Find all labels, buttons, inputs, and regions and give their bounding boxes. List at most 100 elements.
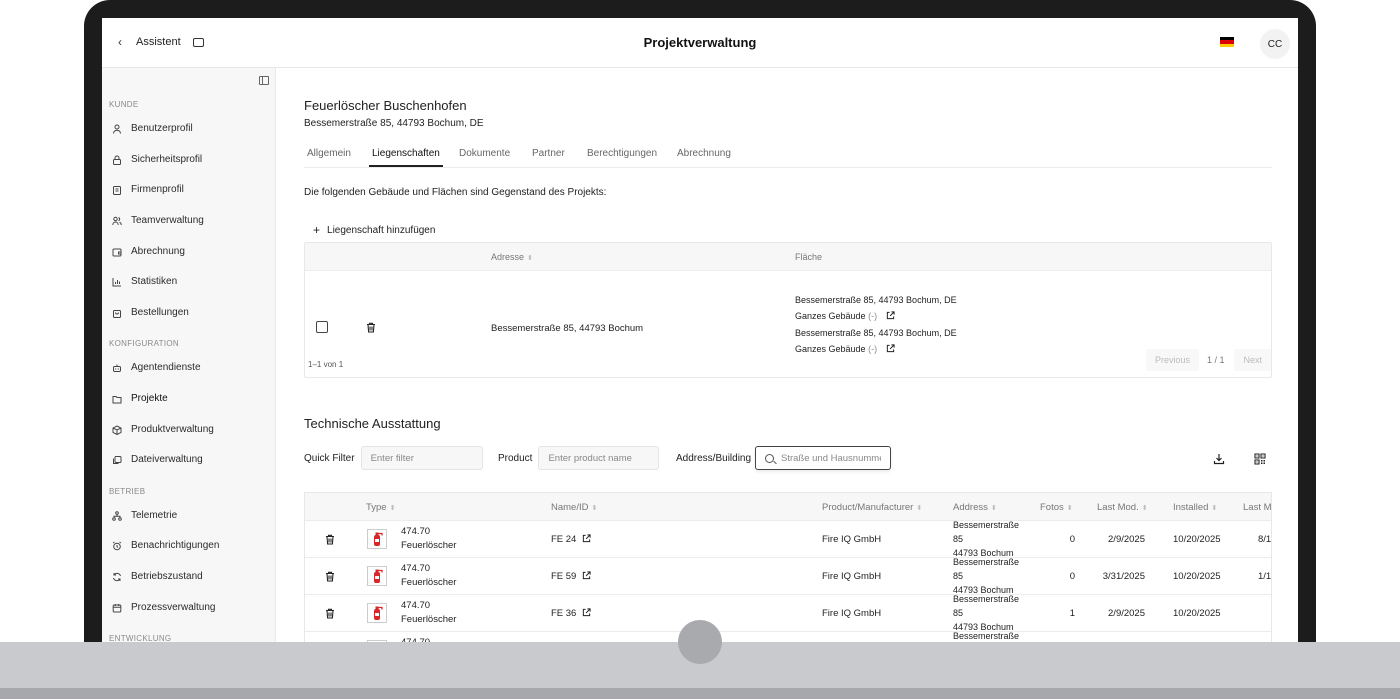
address-search-input[interactable]: Straße und Hausnummer <box>755 446 892 470</box>
sidebar-item-bestellungen[interactable]: Bestellungen <box>112 307 189 318</box>
quick-filter-input[interactable]: Enter filter <box>360 446 483 470</box>
external-link-icon[interactable] <box>582 571 591 580</box>
fire-extinguisher-icon <box>367 566 387 586</box>
last-maintenance: 1/1 <box>1258 571 1272 582</box>
previous-page-button[interactable]: Previous <box>1145 349 1199 371</box>
equipment-name: FE 36 <box>551 608 591 619</box>
quick-filter-label: Quick Filter <box>304 452 355 464</box>
avatar[interactable]: CC <box>1260 29 1290 59</box>
network-icon <box>112 510 122 521</box>
sidebar-item-prozessverwaltung[interactable]: Prozessverwaltung <box>112 602 215 613</box>
next-page-button[interactable]: Next <box>1234 349 1271 371</box>
sidebar-item-label: Benutzerprofil <box>131 123 193 134</box>
type-code: 474.70 <box>401 563 431 574</box>
row-checkbox[interactable] <box>316 321 328 333</box>
building-icon <box>112 185 122 195</box>
equipment-address: Bessemerstraße8544793 Bochum <box>953 629 1019 642</box>
address-number: 85 <box>953 534 964 544</box>
column-header-adresse[interactable]: Adresse ⬍ <box>491 252 533 262</box>
external-link-icon[interactable] <box>582 608 591 617</box>
sidebar-toggle-icon[interactable] <box>259 76 269 85</box>
table-header: Adresse ⬍ Fläche <box>305 243 1271 271</box>
fotos-count: 1 <box>1069 608 1075 619</box>
sidebar-item-teamverwaltung[interactable]: Teamverwaltung <box>112 215 204 226</box>
sidebar-item-dateiverwaltung[interactable]: Dateiverwaltung <box>112 454 203 465</box>
address-street: Bessemerstraße <box>953 520 1020 530</box>
project-tabs: Allgemein Liegenschaften Dokumente Partn… <box>304 148 1272 168</box>
add-property-button[interactable]: + Liegenschaft hinzufügen <box>313 223 435 237</box>
external-link-icon[interactable] <box>886 311 895 320</box>
column-header-fotos[interactable]: Fotos ⬍ <box>1040 502 1073 513</box>
german-flag-icon[interactable] <box>1220 37 1234 47</box>
column-header-flaeche: Fläche <box>795 252 823 262</box>
calendar-icon <box>112 603 122 613</box>
tab-abrechnung[interactable]: Abrechnung <box>677 148 731 165</box>
column-header-address[interactable]: Address ⬍ <box>953 502 997 513</box>
sidebar-item-sicherheitsprofil[interactable]: Sicherheitsprofil <box>112 154 202 165</box>
flag-stripe-gold <box>1220 43 1234 47</box>
delete-icon[interactable] <box>325 534 335 545</box>
sidebar-item-projekte[interactable]: Projekte <box>112 393 168 404</box>
type-code: 474.70 <box>401 600 431 611</box>
equipment-address: Bessemerstraße8544793 Bochum <box>953 592 1019 634</box>
delete-icon[interactable] <box>366 322 376 333</box>
users-icon <box>112 216 122 226</box>
address-filter-label: Address/Building <box>676 452 752 464</box>
external-link-icon[interactable] <box>582 534 591 543</box>
last-maintenance: 8/1 <box>1258 534 1272 545</box>
project-title: Feuerlöscher Buschenhofen <box>304 98 467 113</box>
tab-partner[interactable]: Partner <box>532 148 565 165</box>
installed-date: 10/20/2025 <box>1173 571 1221 582</box>
sidebar-item-benachrichtigungen[interactable]: Benachrichtigungen <box>112 540 219 551</box>
alarm-icon <box>112 541 122 551</box>
sidebar-item-statistiken[interactable]: Statistiken <box>112 276 177 287</box>
delete-icon[interactable] <box>325 571 335 582</box>
tab-dokumente[interactable]: Dokumente <box>459 148 510 165</box>
sidebar-item-firmenprofil[interactable]: Firmenprofil <box>112 184 184 195</box>
tab-allgemein[interactable]: Allgemein <box>307 148 351 165</box>
table-row[interactable]: 474.70FeuerlöscherFE 16Fire IQ GmbHBesse… <box>305 629 1271 642</box>
address-search-placeholder: Straße und Hausnummer <box>780 452 882 464</box>
type-code: 474.70 <box>401 526 431 537</box>
sidebar-section-label: KUNDE <box>109 100 139 109</box>
sidebar-item-abrechnung[interactable]: Abrechnung <box>112 246 185 257</box>
table-row[interactable]: 474.70 Feuerlöscher FE 59 Fire IQ GmbH Besse… <box>305 555 1272 597</box>
sidebar-item-label: Prozessverwaltung <box>131 602 216 613</box>
refresh-icon <box>112 572 122 582</box>
column-header-installed[interactable]: Installed ⬍ <box>1173 502 1217 513</box>
product-filter-input[interactable]: Enter product name <box>538 446 660 470</box>
sidebar-item-label: Dateiverwaltung <box>131 454 203 465</box>
column-header-last-m[interactable]: Last M <box>1243 502 1271 513</box>
column-header-name-id[interactable]: Name/ID ⬍ <box>551 502 597 513</box>
equipment-id: FE 24 <box>551 534 577 545</box>
column-header-product-manufacturer[interactable]: Product/Manufacturer ⬍ <box>822 502 922 513</box>
bot-icon <box>112 363 122 373</box>
column-header-type[interactable]: Type ⬍ <box>366 502 395 513</box>
sidebar-item-produktverwaltung[interactable]: Produktverwaltung <box>112 424 214 435</box>
external-link-icon[interactable] <box>886 344 895 353</box>
sidebar-item-benutzerprofil[interactable]: Benutzerprofil <box>112 123 193 134</box>
sidebar-item-telemetrie[interactable]: Telemetrie <box>112 510 177 521</box>
sidebar-item-label: Bestellungen <box>131 307 189 318</box>
tab-liegenschaften[interactable]: Liegenschaften <box>369 148 443 167</box>
manufacturer: Fire IQ GmbH <box>822 571 882 582</box>
table-row[interactable]: 474.70 Feuerlöscher FE 24 Fire IQ GmbH Besse… <box>305 520 1272 558</box>
table-row[interactable]: 474.70 Feuerlöscher FE 36 Fire IQ GmbH Besse… <box>305 592 1271 634</box>
equipment-name: FE 59 <box>551 571 591 582</box>
equipment-address: Bessemerstraße8544793 Bochum <box>953 555 1019 597</box>
delete-icon[interactable] <box>325 608 335 619</box>
sidebar-item-agentendienste[interactable]: Agentendienste <box>112 362 201 373</box>
tab-berechtigungen[interactable]: Berechtigungen <box>587 148 657 165</box>
area-entry: Ganzes Gebäude (-) <box>795 311 895 321</box>
column-header-last-mod[interactable]: Last Mod. ⬍ <box>1097 502 1148 513</box>
sidebar-item-label: Projekte <box>131 393 168 404</box>
sidebar-item-betriebszustand[interactable]: Betriebszustand <box>112 571 203 582</box>
sidebar-section-label: ENTWICKLUNG <box>109 634 172 642</box>
sidebar-item-label: Telemetrie <box>131 510 178 521</box>
properties-table: Adresse ⬍ Fläche Bessemerstraße 85, 44793… <box>304 242 1272 378</box>
area-entry: Ganzes Gebäude (-) <box>795 344 895 354</box>
equipment-name: FE 24 <box>551 534 591 545</box>
download-icon[interactable] <box>1213 452 1225 465</box>
qr-code-icon[interactable] <box>1254 452 1266 465</box>
property-address: Bessemerstraße 85, 44793 Bochum <box>491 323 644 334</box>
